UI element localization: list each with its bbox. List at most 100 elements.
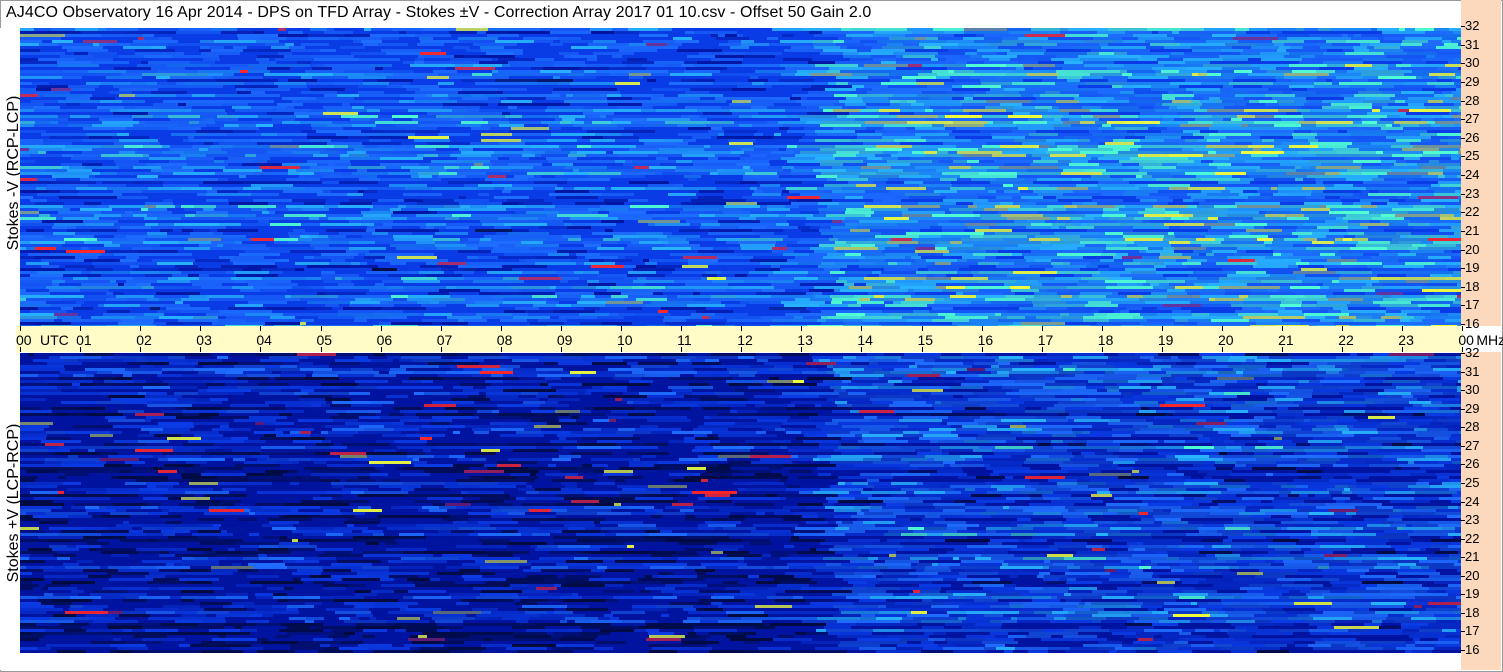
heatmap-cell bbox=[780, 40, 813, 43]
heatmap-cell bbox=[214, 160, 224, 163]
heatmap-cell bbox=[781, 157, 815, 160]
heatmap-cell bbox=[690, 88, 732, 91]
heatmap-cell bbox=[721, 106, 751, 109]
heatmap-cell bbox=[849, 286, 872, 289]
heatmap-cell bbox=[1092, 196, 1136, 199]
heatmap-cell bbox=[20, 130, 46, 133]
heatmap-cell bbox=[700, 235, 734, 238]
heatmap-cell bbox=[131, 82, 147, 85]
heatmap-cell bbox=[1418, 247, 1456, 250]
heatmap-cell bbox=[1221, 169, 1256, 172]
heatmap-cell bbox=[139, 265, 175, 268]
heatmap-cell bbox=[321, 253, 352, 256]
heatmap-cell bbox=[1123, 235, 1164, 238]
heatmap-cell bbox=[175, 205, 181, 208]
heatmap-cell bbox=[26, 262, 49, 265]
heatmap-cell bbox=[1284, 43, 1318, 46]
heatmap-cell bbox=[233, 136, 255, 139]
heatmap-cell bbox=[619, 154, 648, 157]
heatmap-cell bbox=[212, 127, 220, 130]
heatmap-cell bbox=[758, 76, 794, 79]
heatmap-cell bbox=[1090, 73, 1122, 76]
heatmap-cell bbox=[264, 31, 270, 34]
heatmap-cell bbox=[351, 163, 380, 166]
heatmap-cell bbox=[1191, 46, 1232, 49]
heatmap-cell bbox=[571, 121, 584, 124]
heatmap-cell bbox=[817, 133, 857, 136]
heatmap-cell bbox=[134, 172, 161, 175]
heatmap-cell bbox=[860, 109, 879, 112]
heatmap-cell bbox=[810, 73, 852, 76]
heatmap-cell bbox=[403, 280, 440, 283]
heatmap-cell bbox=[1411, 229, 1439, 232]
heatmap-cell bbox=[1019, 148, 1035, 151]
heatmap-cell bbox=[560, 280, 568, 283]
heatmap-cell bbox=[317, 79, 350, 82]
heatmap-cell bbox=[1323, 61, 1363, 64]
heatmap-cell bbox=[1072, 178, 1081, 181]
heatmap-cell bbox=[898, 151, 912, 154]
heatmap-cell bbox=[1016, 67, 1024, 70]
heatmap-cell bbox=[593, 40, 616, 43]
heatmap-cell bbox=[527, 172, 564, 175]
heatmap-cell bbox=[133, 166, 161, 169]
heatmap-cell bbox=[43, 139, 82, 142]
heatmap-cell bbox=[411, 175, 419, 178]
heatmap-cell bbox=[94, 103, 137, 106]
heatmap-cell bbox=[245, 250, 290, 253]
heatmap-cell bbox=[639, 31, 661, 34]
heatmap-cell bbox=[1017, 175, 1060, 178]
heatmap-cell bbox=[1129, 181, 1163, 184]
heatmap-cell bbox=[381, 49, 419, 52]
heatmap-cell bbox=[1400, 46, 1436, 49]
heatmap-cell bbox=[1086, 265, 1098, 268]
heatmap-cell bbox=[184, 226, 226, 229]
heatmap-cell bbox=[1155, 109, 1194, 112]
heatmap-cell bbox=[278, 34, 308, 37]
heatmap-cell bbox=[1180, 43, 1225, 46]
heatmap-cell bbox=[96, 181, 102, 184]
heatmap-cell bbox=[1100, 259, 1114, 262]
heatmap-cell bbox=[560, 40, 593, 43]
heatmap-cell bbox=[1290, 160, 1309, 163]
heatmap-cell bbox=[491, 238, 522, 241]
heatmap-cell bbox=[1368, 193, 1411, 196]
heatmap-cell bbox=[95, 88, 119, 91]
heatmap-cell bbox=[819, 274, 833, 277]
heatmap-cell bbox=[760, 67, 785, 70]
heatmap-cell bbox=[973, 202, 1000, 205]
heatmap-cell bbox=[280, 94, 324, 97]
heatmap-cell bbox=[1246, 172, 1286, 175]
heatmap-cell bbox=[470, 178, 485, 181]
heatmap-cell bbox=[83, 94, 92, 97]
heatmap-cell bbox=[1406, 280, 1429, 283]
heatmap-cell bbox=[1406, 112, 1449, 115]
heatmap-cell bbox=[604, 199, 628, 202]
heatmap-cell bbox=[957, 178, 971, 181]
heatmap-cell bbox=[1328, 127, 1362, 130]
heatmap-cell bbox=[158, 175, 194, 178]
heatmap-cell bbox=[579, 52, 593, 55]
heatmap-cell bbox=[364, 145, 379, 148]
heatmap-cell bbox=[181, 205, 194, 208]
heatmap-cell bbox=[933, 112, 969, 115]
heatmap-cell bbox=[271, 181, 308, 184]
heatmap-cell bbox=[956, 127, 1000, 130]
heatmap-cell bbox=[326, 157, 334, 160]
heatmap-cell bbox=[790, 172, 821, 175]
heatmap-cell bbox=[592, 136, 603, 139]
heatmap-cell bbox=[316, 97, 354, 100]
heatmap-cell bbox=[649, 91, 685, 94]
heatmap-cell bbox=[81, 253, 101, 256]
heatmap-cell bbox=[52, 40, 73, 43]
heatmap-cell bbox=[1055, 277, 1081, 280]
heatmap-cell bbox=[701, 175, 743, 178]
heatmap-cell bbox=[204, 118, 214, 121]
heatmap-cell bbox=[20, 163, 48, 166]
heatmap-cell bbox=[178, 268, 202, 271]
heatmap-cell bbox=[766, 88, 802, 91]
heatmap-cell bbox=[782, 52, 803, 55]
heatmap-cell bbox=[1433, 241, 1461, 244]
heatmap-cell bbox=[263, 76, 286, 79]
heatmap-cell bbox=[1332, 280, 1339, 283]
